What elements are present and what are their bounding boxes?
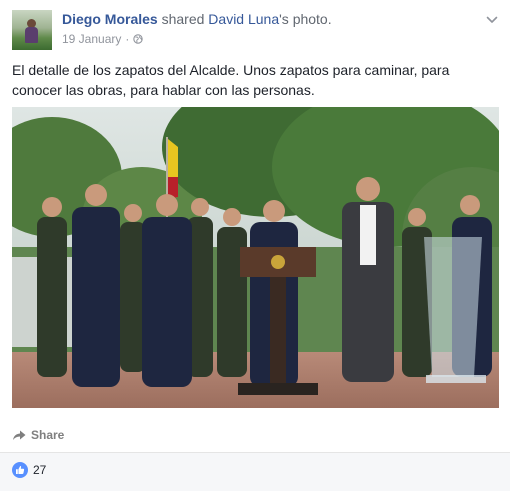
post-meta: 19 January · — [62, 31, 144, 47]
post-card: Diego Morales shared David Luna's photo.… — [0, 0, 510, 491]
share-button[interactable]: Share — [12, 428, 64, 442]
post-photo[interactable] — [12, 107, 499, 408]
owner-suffix-text: 's photo. — [279, 11, 332, 27]
post-header: Diego Morales shared David Luna's photo.… — [12, 10, 498, 50]
action-text: shared — [157, 11, 209, 27]
share-label: Share — [31, 428, 65, 442]
avatar-body — [25, 27, 38, 43]
post-actions: Share — [12, 424, 64, 446]
actor-name-link[interactable]: Diego Morales — [62, 11, 158, 27]
post-title-line: Diego Morales shared David Luna's photo. — [62, 10, 332, 28]
post-date-link[interactable]: 19 January — [62, 31, 121, 47]
meta-separator: · — [125, 32, 130, 46]
owner-name-link[interactable]: David Luna — [208, 11, 279, 27]
chevron-down-icon[interactable] — [486, 14, 498, 26]
like-count: 27 — [33, 463, 47, 477]
footer-background — [0, 453, 510, 491]
reaction-summary[interactable]: 27 — [12, 462, 46, 478]
share-arrow-icon — [13, 430, 26, 440]
post-text: El detalle de los zapatos del Alcalde. U… — [12, 62, 450, 98]
thumbs-up-icon — [12, 462, 28, 478]
avatar[interactable] — [12, 10, 52, 50]
globe-icon[interactable] — [133, 34, 144, 44]
photo-scene — [12, 107, 499, 408]
